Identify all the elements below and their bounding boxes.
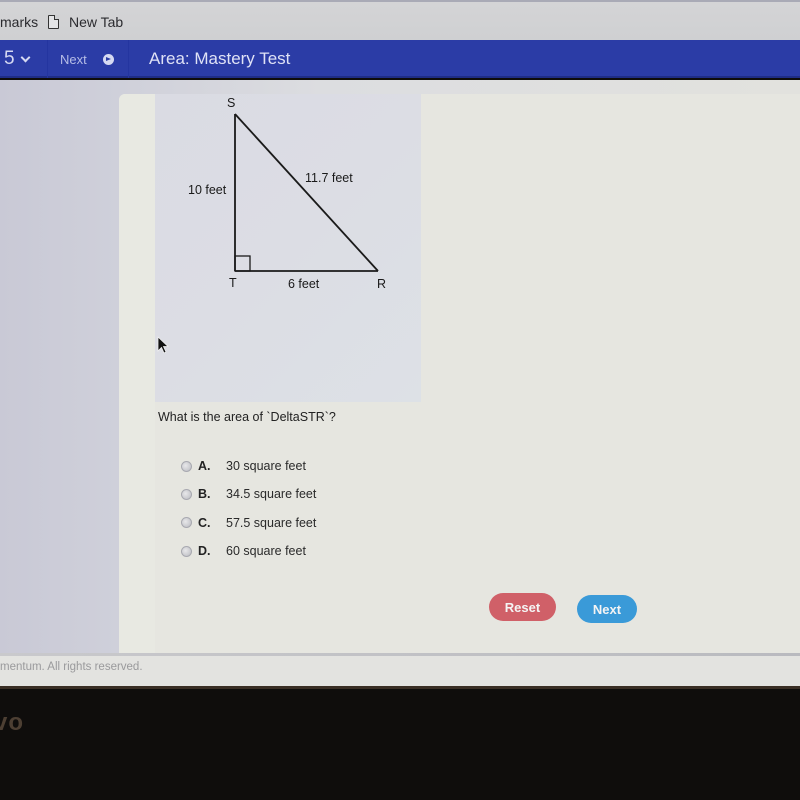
next-button[interactable]: Next — [577, 595, 637, 623]
question-number-dropdown[interactable]: 5 — [0, 40, 48, 78]
option-text: 60 square feet — [226, 544, 306, 559]
side-sr — [234, 113, 379, 272]
nav-next-button[interactable]: Next — [49, 40, 129, 78]
question-number: 5 — [4, 48, 15, 69]
document-icon — [48, 15, 59, 29]
laptop-bezel: vo — [0, 686, 800, 800]
page-title: Area: Mastery Test — [149, 49, 291, 68]
mouse-cursor-icon — [157, 336, 170, 354]
option-b[interactable]: B. 34.5 square feet — [181, 480, 316, 508]
option-a[interactable]: A. 30 square feet — [181, 452, 316, 480]
side-tr-label: 6 feet — [288, 277, 320, 291]
option-letter: A. — [198, 459, 211, 474]
bookmarks-label: marks — [0, 14, 39, 30]
test-nav-bar: 5 Next Area: Mastery Test — [0, 40, 800, 78]
answer-options: A. 30 square feet B. 34.5 square feet C.… — [181, 452, 316, 565]
new-tab-label: New Tab — [69, 14, 124, 30]
side-st-label: 10 feet — [188, 183, 227, 197]
option-letter: C. — [198, 515, 211, 530]
nav-next-label: Next — [60, 51, 87, 67]
radio-button[interactable] — [181, 460, 192, 472]
triangle-figure: S T R 10 feet 11.7 feet 6 feet — [188, 96, 386, 291]
bezel-logo: vo — [0, 709, 25, 736]
option-text: 34.5 square feet — [226, 487, 317, 502]
radio-button[interactable] — [181, 517, 192, 529]
option-d[interactable]: D. 60 square feet — [181, 537, 316, 565]
option-text: 30 square feet — [226, 459, 306, 474]
new-tab-bookmark[interactable]: New Tab — [48, 14, 123, 30]
option-letter: D. — [198, 544, 211, 559]
vertex-r-label: R — [377, 277, 386, 291]
radio-button[interactable] — [181, 545, 192, 557]
footer: mentum. All rights reserved. — [0, 656, 800, 686]
side-sr-label: 11.7 feet — [305, 171, 353, 185]
vertex-s-label: S — [227, 96, 235, 110]
chevron-down-icon — [20, 52, 31, 62]
bookmarks-bar: marks New Tab — [0, 0, 800, 40]
option-c[interactable]: C. 57.5 square feet — [181, 509, 316, 537]
option-text: 57.5 square feet — [226, 515, 317, 530]
right-angle-marker — [234, 255, 251, 272]
radio-button[interactable] — [181, 488, 192, 500]
arrow-circle-right-icon — [102, 53, 114, 65]
question-text: What is the area of `DeltaSTR`? — [158, 410, 336, 424]
card-left-strip — [119, 94, 155, 654]
bookmarks-link[interactable]: marks — [0, 14, 38, 30]
vertex-t-label: T — [229, 276, 237, 290]
option-letter: B. — [198, 487, 211, 502]
copyright-text: mentum. All rights reserved. — [0, 661, 143, 673]
reset-button[interactable]: Reset — [489, 593, 556, 621]
